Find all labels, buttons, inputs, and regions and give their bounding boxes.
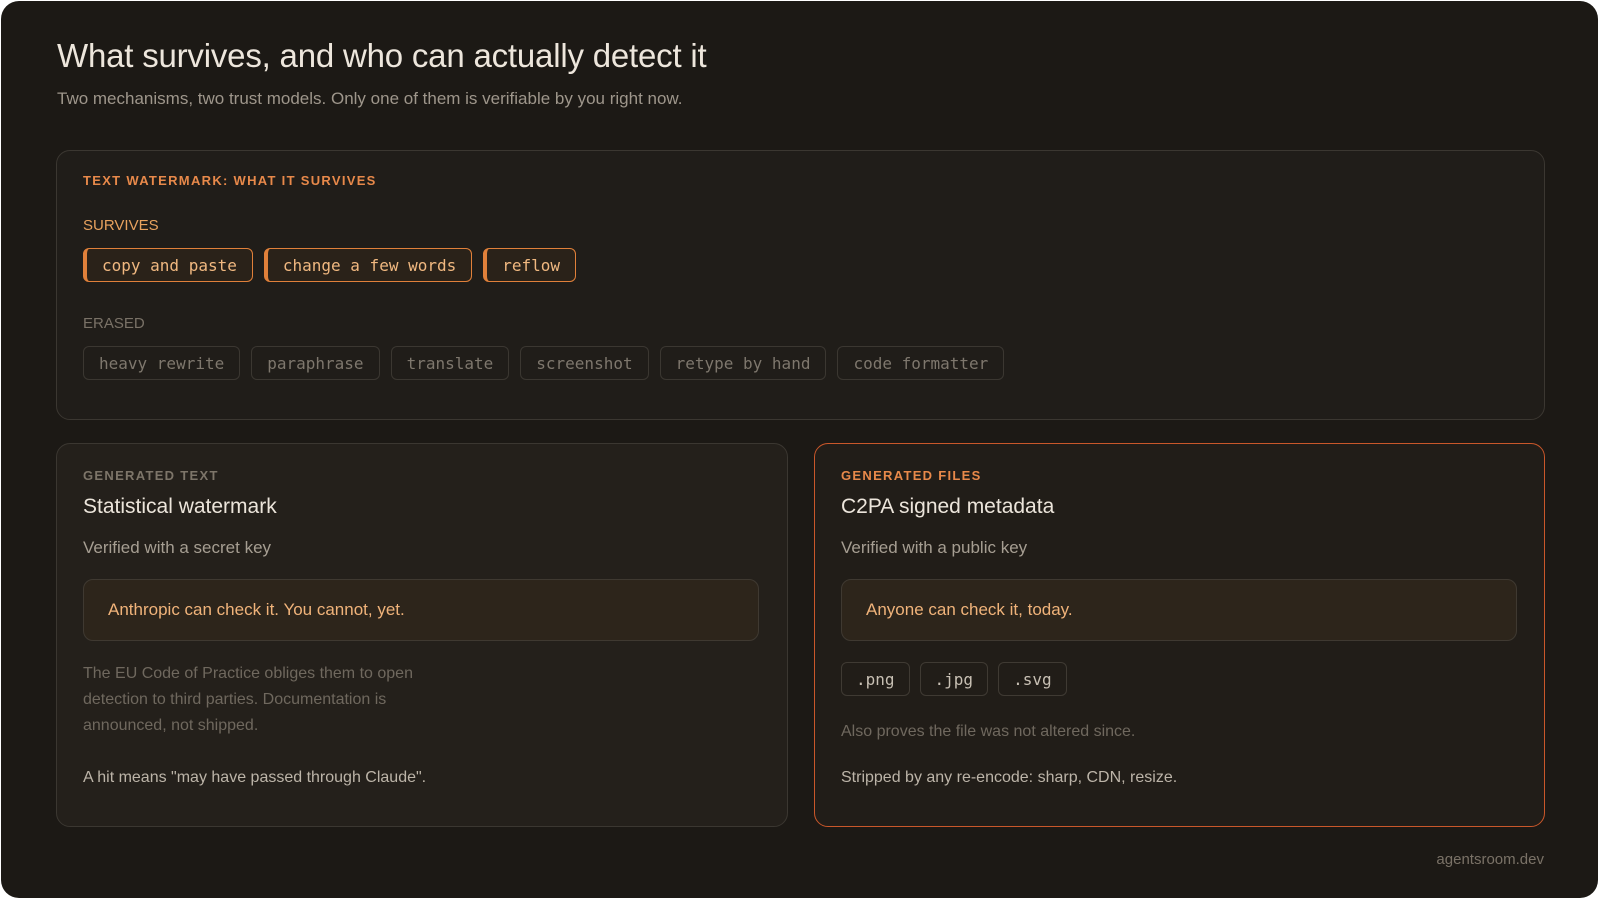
survives-chip: reflow [483,248,577,282]
text-card-callout: Anthropic can check it. You cannot, yet. [83,579,759,641]
erased-label: ERASED [83,315,145,332]
generated-text-card: GENERATED TEXT Statistical watermark Ver… [56,443,788,827]
extension-chip: .svg [998,662,1067,696]
text-card-footer: A hit means "may have passed through Cla… [83,769,427,786]
files-card-callout: Anyone can check it, today. [841,579,1517,641]
text-card-eyebrow: GENERATED TEXT [83,468,219,483]
brand-footer: agentsroom.dev [1436,851,1544,868]
files-card-footer: Stripped by any re-encode: sharp, CDN, r… [841,769,1178,786]
erased-chip: translate [390,346,510,380]
survives-chip-list: copy and paste change a few words reflow [83,248,577,282]
watermark-survival-card: TEXT WATERMARK: WHAT IT SURVIVES SURVIVE… [56,150,1545,420]
page-subtitle: Two mechanisms, two trust models. Only o… [57,89,683,108]
extension-chip: .png [841,662,910,696]
text-card-title: Statistical watermark [83,495,277,518]
extension-chip-list: .png .jpg .svg [841,662,1067,696]
erased-chip: code formatter [837,346,1005,380]
text-card-subtitle: Verified with a secret key [83,538,272,557]
survives-chip: copy and paste [83,248,253,282]
files-card-eyebrow: GENERATED FILES [841,468,982,483]
generated-files-card: GENERATED FILES C2PA signed metadata Ver… [814,443,1545,827]
watermark-card-eyebrow: TEXT WATERMARK: WHAT IT SURVIVES [83,173,377,188]
erased-chip: retype by hand [659,346,827,380]
erased-chip: heavy rewrite [83,346,241,380]
files-card-note: Also proves the file was not altered sin… [841,723,1136,740]
files-card-title: C2PA signed metadata [841,495,1055,518]
erased-chip: paraphrase [251,346,380,380]
survives-label: SURVIVES [83,217,159,234]
extension-chip: .jpg [919,662,989,696]
survives-chip: change a few words [263,248,473,282]
page-title: What survives, and who can actually dete… [57,37,707,74]
files-card-subtitle: Verified with a public key [841,538,1028,557]
text-card-note: The EU Code of Practice obliges them to … [83,665,413,734]
erased-chip-list: heavy rewrite paraphrase translate scree… [83,346,1005,380]
erased-chip: screenshot [520,346,649,380]
slide-frame: What survives, and who can actually dete… [1,1,1598,898]
